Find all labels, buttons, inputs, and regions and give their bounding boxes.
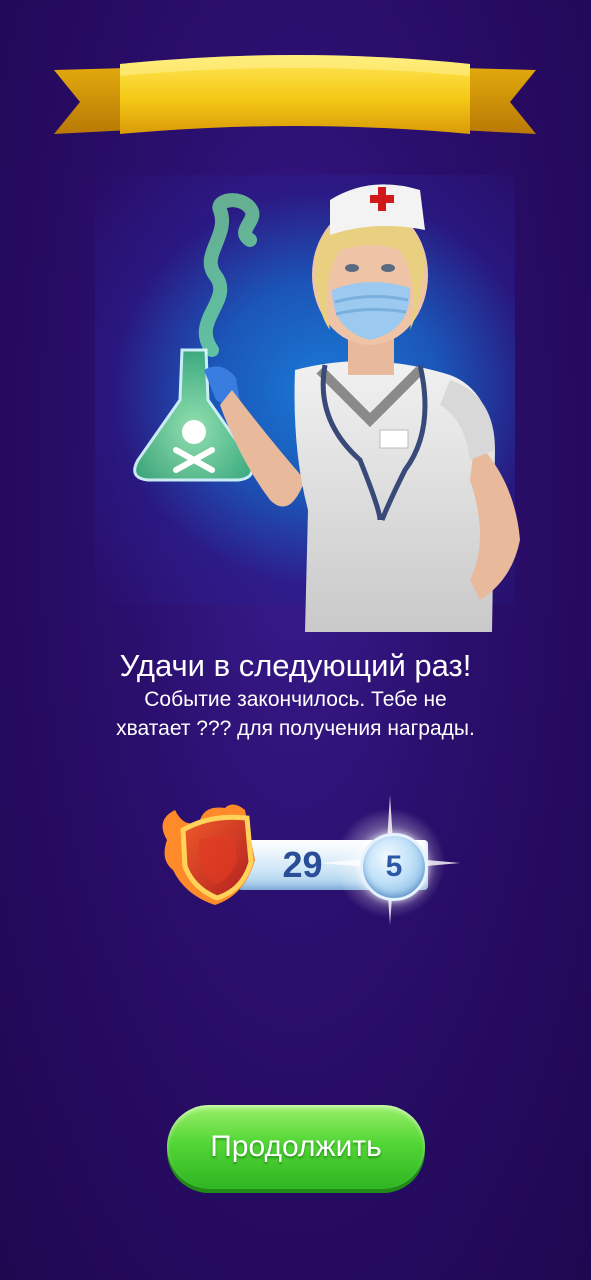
continue-button[interactable]: Продолжить	[167, 1105, 425, 1189]
ribbon-banner	[54, 55, 536, 134]
flame-shield-icon	[162, 804, 255, 905]
result-title: Удачи в следующий раз!	[119, 648, 472, 683]
event-progress: 29 5	[150, 795, 470, 925]
level-orb-icon: 5	[360, 833, 428, 901]
result-message: Событие закончилось. Тебе не хватает ???…	[116, 688, 475, 740]
nurse-illustration	[133, 184, 520, 632]
